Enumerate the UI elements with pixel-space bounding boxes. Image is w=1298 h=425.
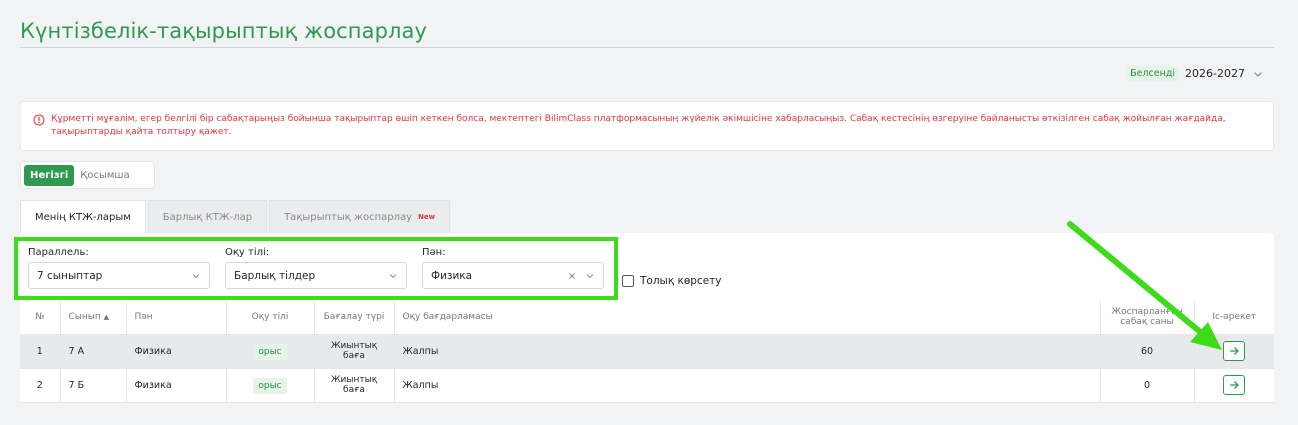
full-show-checkbox[interactable] xyxy=(622,275,634,287)
tab-my-plans-label: Менің КТЖ-ларым xyxy=(35,211,131,223)
cell-program: Жалпы xyxy=(394,368,1101,403)
cell-language: орыс xyxy=(226,368,315,403)
cell-num: 2 xyxy=(20,368,61,403)
cell-subject: Физика xyxy=(126,368,227,403)
filters-highlight-box: Параллель: 7 сыныптар Оқу тілі: Барлық т… xyxy=(14,237,618,300)
tab-all-plans-label: Барлық КТЖ-лар xyxy=(162,211,253,223)
header-assessment: Бағалау түрі xyxy=(314,301,395,335)
table-row: 1 7 А Физика орыс Жиынтық баға Жалпы 60 xyxy=(20,334,1274,369)
header-planned-line2: сабақ саны xyxy=(1120,317,1174,328)
academic-year-selector[interactable]: Белсенді 2026-2027 xyxy=(1126,66,1265,81)
warning-alert: Құрметті мұғалім, егер белгілі бір сабақ… xyxy=(20,101,1274,151)
language-badge: орыс xyxy=(253,377,287,394)
parallel-value: 7 сыныптар xyxy=(37,269,103,282)
cell-action xyxy=(1194,368,1274,403)
table-row: 2 7 Б Физика орыс Жиынтық баға Жалпы 0 xyxy=(20,368,1274,403)
header-planned-line1: Жоспарланған xyxy=(1111,307,1183,318)
page: Күнтізбелік-тақырыптық жоспарлау Белсенд… xyxy=(0,0,1298,425)
page-title: Күнтізбелік-тақырыптық жоспарлау xyxy=(20,19,428,43)
open-plan-button[interactable] xyxy=(1223,341,1246,361)
arrow-right-icon xyxy=(1230,347,1240,355)
cell-subject: Физика xyxy=(126,334,227,369)
tab-my-plans[interactable]: Менің КТЖ-ларым xyxy=(20,200,146,233)
header-planned: Жоспарланған сабақ саны xyxy=(1100,301,1195,335)
language-value: Барлық тілдер xyxy=(234,269,316,282)
header-class-label: Сынып xyxy=(68,312,101,323)
alert-text: Құрметті мұғалім, егер белгілі бір сабақ… xyxy=(51,114,1226,137)
cell-action xyxy=(1194,334,1274,369)
parallel-label: Параллель: xyxy=(28,247,89,258)
language-select[interactable]: Барлық тілдер xyxy=(225,262,407,289)
cell-planned: 60 xyxy=(1100,334,1195,369)
assessment-line2: баға xyxy=(343,351,365,361)
parallel-filter: Параллель: 7 сыныптар xyxy=(28,247,210,289)
title-divider xyxy=(20,47,1274,48)
new-badge: New xyxy=(418,213,436,221)
plans-table: № Сынып ▲ Пән Оқу тілі Бағалау түрі Оқу … xyxy=(20,301,1274,403)
arrow-right-icon xyxy=(1230,381,1240,389)
header-class[interactable]: Сынып ▲ xyxy=(60,301,127,335)
tab-thematic-planning[interactable]: Тақырыптық жоспарлау New xyxy=(269,200,451,233)
tab-all-plans[interactable]: Барлық КТЖ-лар xyxy=(147,200,268,233)
cell-planned: 0 xyxy=(1100,368,1195,403)
segment-primary-button[interactable]: Негізгі xyxy=(24,164,75,186)
cell-assessment: Жиынтық баға xyxy=(314,368,395,403)
assessment-line2: баға xyxy=(343,385,365,395)
segment-secondary-button[interactable]: Қосымша xyxy=(74,165,135,186)
assessment-line1: Жиынтық xyxy=(330,375,378,385)
sort-asc-icon[interactable]: ▲ xyxy=(104,313,109,321)
subject-select[interactable]: Физика xyxy=(422,262,604,289)
academic-year-value: 2026-2027 xyxy=(1185,67,1245,80)
language-filter: Оқу тілі: Барлық тілдер xyxy=(225,247,407,289)
header-subject: Пән xyxy=(126,301,227,335)
header-action: Іс-әрекет xyxy=(1194,301,1274,335)
open-plan-button[interactable] xyxy=(1223,375,1246,395)
parallel-select[interactable]: 7 сыныптар xyxy=(28,262,210,289)
assessment-line1: Жиынтық xyxy=(330,341,378,351)
header-num: № xyxy=(20,301,61,335)
full-show-label: Толық көрсету xyxy=(640,275,722,287)
clear-icon[interactable] xyxy=(567,271,577,281)
subject-label: Пән: xyxy=(422,247,446,258)
chevron-down-icon xyxy=(586,273,594,278)
subject-value: Физика xyxy=(431,269,473,282)
chevron-down-icon xyxy=(192,273,200,278)
subject-filter: Пән: Физика xyxy=(422,247,604,289)
tab-bar: Менің КТЖ-ларым Барлық КТЖ-лар Тақырыпты… xyxy=(20,200,452,233)
language-label: Оқу тілі: xyxy=(225,247,270,258)
cell-assessment: Жиынтық баға xyxy=(314,334,395,369)
cell-num: 1 xyxy=(20,334,61,369)
cell-program: Жалпы xyxy=(394,334,1101,369)
full-show-toggle[interactable]: Толық көрсету xyxy=(622,275,722,287)
header-language: Оқу тілі xyxy=(226,301,315,335)
cell-language: орыс xyxy=(226,334,315,369)
cell-class: 7 Б xyxy=(60,368,127,403)
active-status-badge: Белсенді xyxy=(1126,66,1180,81)
language-badge: орыс xyxy=(253,343,287,360)
cell-class: 7 А xyxy=(60,334,127,369)
chevron-down-icon xyxy=(1254,71,1262,77)
tab-thematic-label: Тақырыптық жоспарлау xyxy=(284,211,413,223)
info-circle-icon xyxy=(33,114,45,126)
plan-type-segment: Негізгі Қосымша xyxy=(20,161,155,189)
table-header-row: № Сынып ▲ Пән Оқу тілі Бағалау түрі Оқу … xyxy=(20,301,1274,335)
header-program: Оқу бағдарламасы xyxy=(394,301,1101,335)
chevron-down-icon xyxy=(389,273,397,278)
